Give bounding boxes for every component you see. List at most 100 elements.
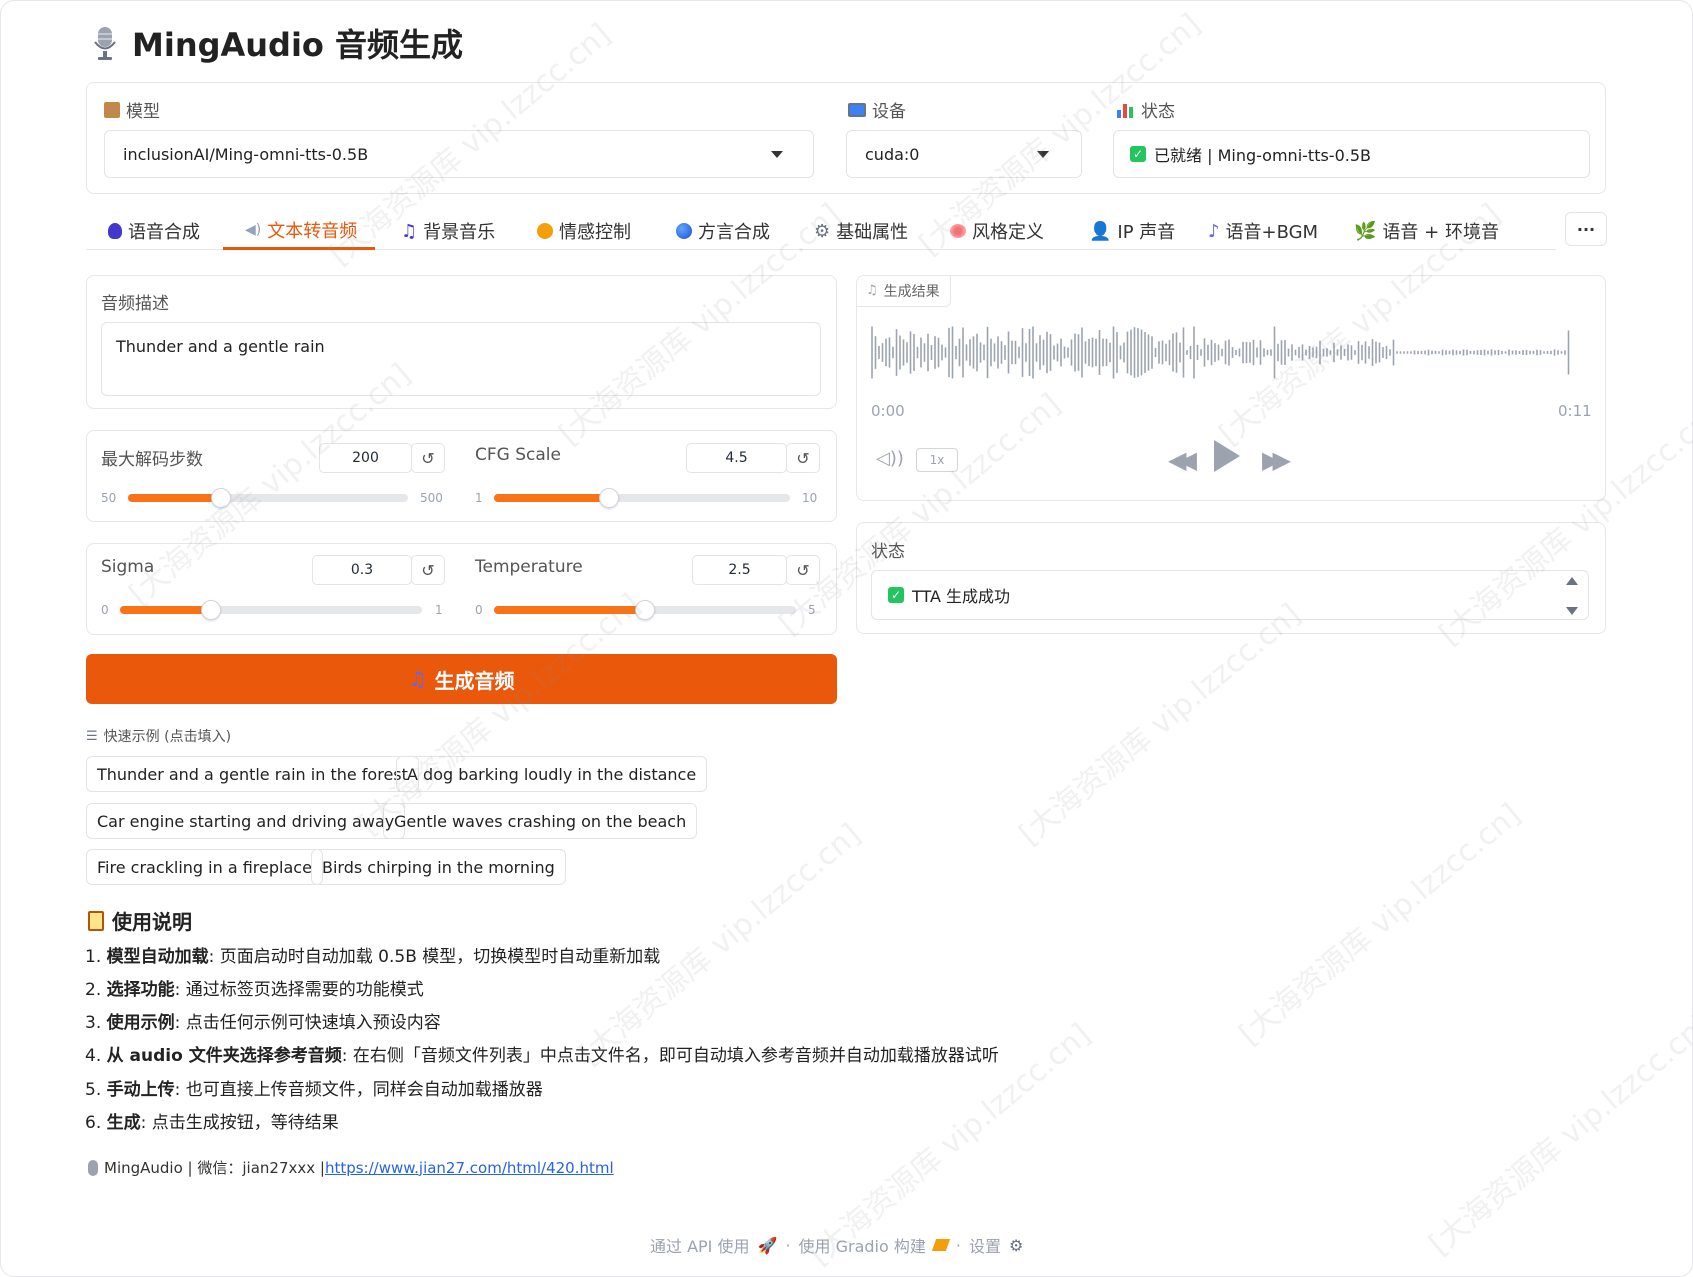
footer-settings-link[interactable]: 设置 [969, 1233, 1001, 1257]
music-note-icon: ♫ [866, 283, 878, 298]
description-label: 音频描述 [101, 294, 169, 314]
description-textarea[interactable]: Thunder and a gentle rain [101, 322, 821, 396]
instruction-item: 3. 使用示例: 点击任何示例可快速填入预设内容 [85, 1013, 441, 1033]
temperature-max: 5 [808, 603, 816, 617]
instruction-item: 5. 手动上传: 也可直接上传音频文件，同样会自动加载播放器 [85, 1080, 543, 1100]
temperature-thumb[interactable] [635, 600, 655, 620]
device-dropdown-value: cuda:0 [865, 144, 920, 164]
globe-icon [676, 223, 692, 239]
tab-text-to-audio[interactable]: ◀) 文本转音频 [223, 212, 376, 250]
credit-line: MingAudio | 微信：jian27xxx | https://www.j… [88, 1157, 614, 1178]
speech-icon [108, 223, 122, 239]
instruction-item: 2. 选择功能: 通过标签页选择需要的功能模式 [85, 980, 424, 1000]
instructions-header: 使用说明 [88, 906, 192, 935]
status-value: TTA 生成成功 [912, 587, 1011, 606]
cfg-input[interactable]: 4.5 [686, 443, 787, 473]
max-steps-slider[interactable] [128, 488, 408, 508]
temperature-fill [494, 606, 645, 614]
chevron-down-icon [1037, 151, 1049, 158]
max-steps-input[interactable]: 200 [319, 443, 412, 473]
time-end: 0:11 [1558, 402, 1592, 420]
tab-speech-synthesis[interactable]: 语音合成 [108, 212, 200, 250]
gear-icon: ⚙ [814, 220, 831, 242]
temperature-input[interactable]: 2.5 [692, 555, 787, 585]
model-dropdown-value: inclusionAI/Ming-omni-tts-0.5B [123, 144, 369, 164]
example-item[interactable]: Gentle waves crashing on the beach [383, 803, 698, 839]
generate-button-label: 生成音频 [434, 668, 515, 693]
device-dropdown[interactable]: cuda:0 [846, 130, 1082, 178]
status-top-value: 已就绪 | Ming-omni-tts-0.5B [1154, 146, 1371, 165]
gear-icon: ⚙ [1008, 1235, 1024, 1255]
example-item[interactable]: Car engine starting and driving away [86, 803, 406, 839]
cfg-max: 10 [802, 491, 818, 505]
max-steps-reset-button[interactable]: ↺ [411, 443, 445, 473]
cfg-label: CFG Scale [475, 445, 561, 465]
tab-style-definition[interactable]: 风格定义 [950, 212, 1044, 250]
temperature-slider[interactable] [494, 600, 796, 620]
tab-background-music[interactable]: ♫ 背景音乐 [401, 212, 495, 250]
smile-icon [537, 223, 553, 239]
temperature-label: Temperature [475, 557, 583, 577]
cfg-min: 1 [475, 491, 483, 505]
model-dropdown[interactable]: inclusionAI/Ming-omni-tts-0.5B [104, 130, 814, 178]
box-icon [104, 101, 120, 118]
clipboard-icon [88, 910, 104, 931]
microphone-icon [94, 27, 116, 60]
rocket-icon: 🚀 [757, 1235, 778, 1255]
temperature-reset-button[interactable]: ↺ [786, 555, 820, 585]
cfg-thumb[interactable] [599, 488, 620, 508]
example-item[interactable]: A dog barking loudly in the distance [396, 756, 708, 792]
music-note-icon: ♫ [408, 667, 427, 691]
scroll-up-icon[interactable] [1566, 577, 1578, 585]
instruction-item: 1. 模型自动加载: 页面启动时自动加载 0.5B 模型，切换模型时自动重新加载 [85, 947, 661, 967]
sigma-slider[interactable] [120, 600, 422, 620]
max-steps-fill [128, 494, 222, 502]
example-item[interactable]: Fire crackling in a fireplace [86, 849, 323, 885]
cfg-reset-button[interactable]: ↺ [786, 443, 820, 473]
tab-ip-voice[interactable]: 👤 IP 声音 [1089, 212, 1175, 250]
sigma-label: Sigma [101, 557, 155, 577]
example-item[interactable]: Birds chirping in the morning [311, 849, 566, 885]
monitor-icon [848, 102, 866, 117]
scroll-down-icon[interactable] [1566, 607, 1578, 615]
temperature-min: 0 [475, 603, 483, 617]
tab-dialect-synthesis[interactable]: 方言合成 [676, 212, 770, 250]
cfg-fill [494, 494, 610, 502]
examples-label: ☰ 快速示例 (点击填入) [86, 728, 232, 746]
credit-link[interactable]: https://www.jian27.com/html/420.html [325, 1159, 614, 1177]
tabs-more-button[interactable]: ··· [1565, 212, 1607, 246]
music-note-icon: ♫ [401, 220, 418, 242]
chart-icon [1117, 102, 1135, 118]
waveform[interactable] [870, 320, 1590, 385]
tab-speech-bgm[interactable]: ♪ 语音+BGM [1208, 212, 1318, 250]
sigma-min: 0 [101, 603, 109, 617]
cfg-slider[interactable] [494, 488, 790, 508]
instruction-item: 4. 从 audio 文件夹选择参考音频: 在右侧「音频文件列表」中点击文件名，… [85, 1046, 999, 1066]
speaker-icon: ◀) [245, 221, 262, 238]
play-icon[interactable] [1214, 440, 1240, 472]
rewind-icon[interactable]: ◀◀ [1168, 446, 1197, 474]
forward-icon[interactable]: ▶▶ [1262, 446, 1291, 474]
more-icon: ··· [1576, 219, 1596, 239]
palette-icon [950, 224, 966, 238]
tab-basic-attributes[interactable]: ⚙ 基础属性 [814, 212, 908, 250]
gradio-logo-icon [931, 1239, 951, 1251]
max-steps-min: 50 [101, 491, 117, 505]
max-steps-label: 最大解码步数 [101, 450, 203, 470]
generate-button[interactable]: ♫ 生成音频 [86, 654, 837, 704]
footer-gradio-link[interactable]: 使用 Gradio 构建 [799, 1233, 926, 1257]
sigma-thumb[interactable] [200, 600, 221, 620]
example-item[interactable]: Thunder and a gentle rain in the forest [86, 756, 419, 792]
footer: 通过 API 使用 🚀 · 使用 Gradio 构建 · 设置 ⚙ [650, 1233, 1023, 1257]
volume-icon[interactable]: ◁)) [876, 448, 904, 469]
instruction-item: 6. 生成: 点击生成按钮，等待结果 [85, 1113, 339, 1133]
speed-button[interactable]: 1x [916, 448, 958, 472]
tab-speech-ambient[interactable]: 🌿 语音 + 环境音 [1354, 212, 1499, 250]
page-title: MingAudio 音频生成 [132, 26, 464, 64]
footer-api-link[interactable]: 通过 API 使用 [650, 1233, 750, 1257]
sigma-reset-button[interactable]: ↺ [411, 555, 445, 585]
tab-emotion-control[interactable]: 情感控制 [537, 212, 631, 250]
status-field: ✓ TTA 生成成功 [871, 570, 1589, 620]
sigma-input[interactable]: 0.3 [312, 555, 412, 585]
microphone-icon [88, 1159, 98, 1176]
